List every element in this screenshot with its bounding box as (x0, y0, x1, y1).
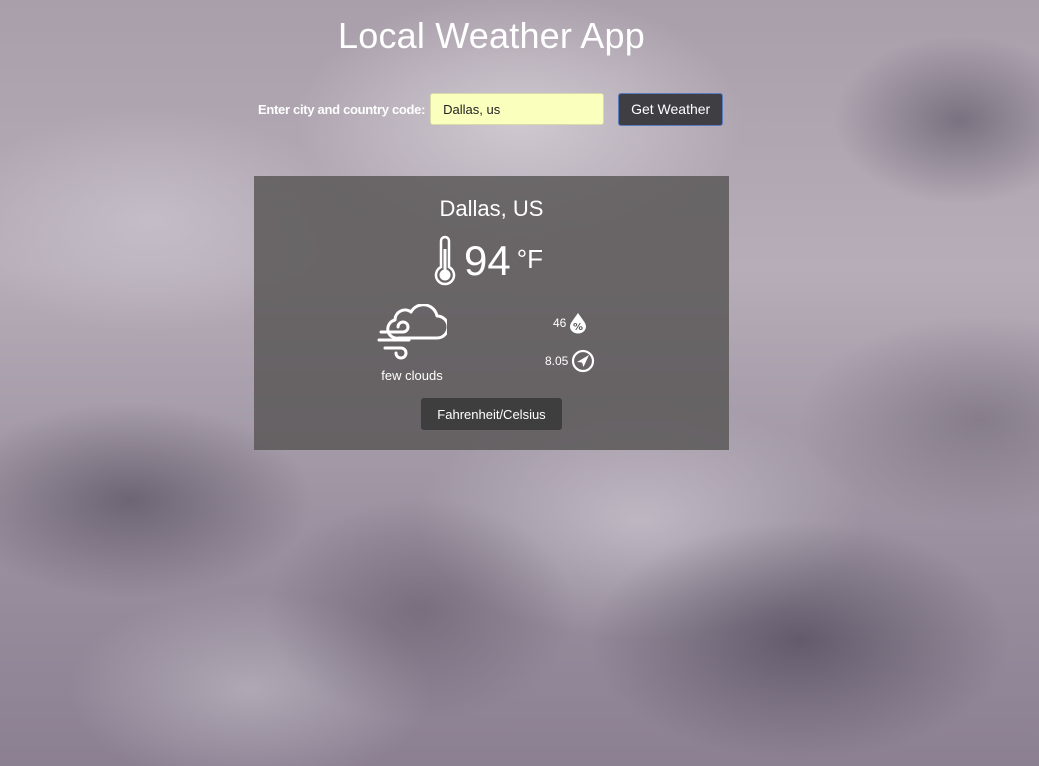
search-label: Enter city and country code: (258, 101, 426, 117)
humidity-value: 46 (553, 316, 567, 330)
wind-direction-icon (568, 349, 595, 373)
temperature-unit: °F (516, 243, 543, 274)
weather-condition: few clouds (370, 304, 454, 383)
svg-text:%: % (573, 322, 583, 333)
cloud-wind-icon (370, 304, 454, 360)
temperature-value: 94 (464, 237, 511, 284)
wind-stat: 8.05 (545, 349, 595, 373)
location-name: Dallas, US (439, 196, 544, 221)
wind-speed-value: 8.05 (545, 354, 569, 368)
unit-toggle-button[interactable]: Fahrenheit/Celsius (421, 398, 562, 430)
page: { "app": { "title": "Local Weather App" … (0, 0, 1039, 766)
app-title: Local Weather App (338, 15, 645, 56)
humidity-icon: % (566, 312, 587, 334)
thermometer-icon (432, 235, 458, 287)
weather-card: Dallas, US 94 °F few clouds 46 % 8.05 Fa… (254, 176, 729, 450)
search-form: Enter city and country code: Get Weather (258, 92, 724, 126)
get-weather-button[interactable]: Get Weather (618, 92, 724, 126)
humidity-stat: 46 % (553, 312, 587, 334)
temperature-display: 94 °F (432, 234, 543, 288)
city-input[interactable] (430, 93, 605, 125)
condition-label: few clouds (381, 368, 443, 383)
